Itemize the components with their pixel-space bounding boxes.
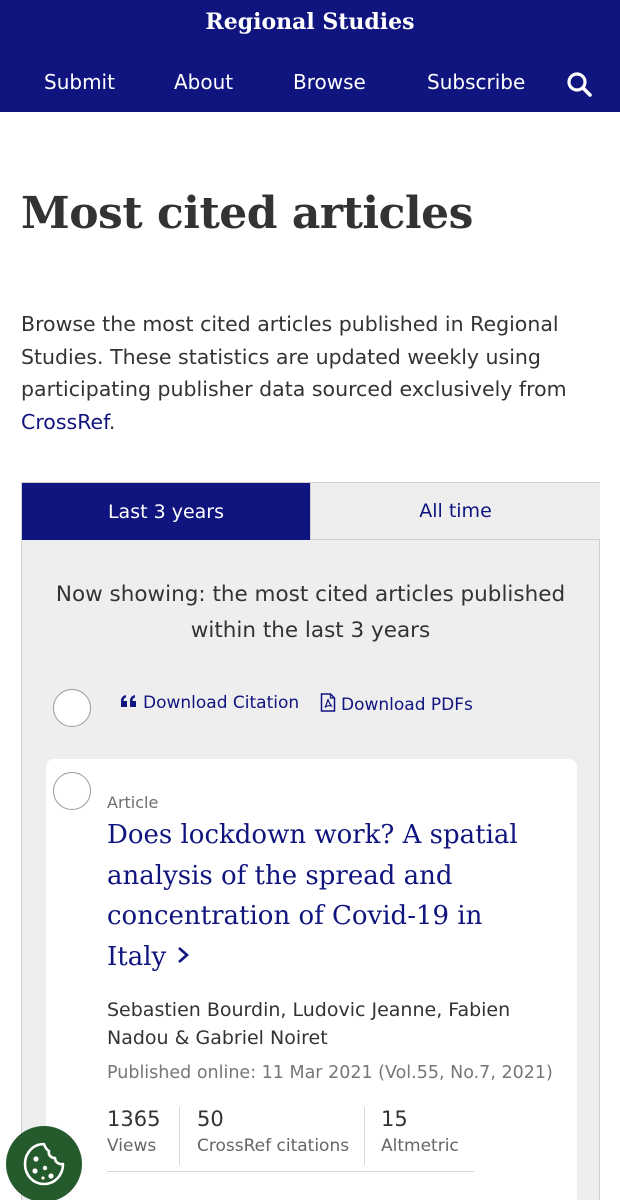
download-citation-label: Download Citation bbox=[143, 693, 300, 713]
article-title-link[interactable]: Does lockdown work? A spatial analysis o… bbox=[107, 815, 547, 977]
metric-altmetric-label: Altmetric bbox=[381, 1136, 459, 1156]
metric-citations-value: 50 bbox=[197, 1107, 224, 1131]
quote-icon bbox=[120, 693, 138, 713]
metric-views-label: Views bbox=[107, 1136, 157, 1156]
tab-last-3-years[interactable]: Last 3 years bbox=[22, 483, 310, 540]
download-pdfs-label: Download PDFs bbox=[341, 695, 473, 715]
nav-browse[interactable]: Browse bbox=[293, 70, 366, 94]
nav-subscribe[interactable]: Subscribe bbox=[427, 70, 525, 94]
journal-title[interactable]: Regional Studies bbox=[0, 9, 620, 35]
article-authors: Sebastien Bourdin, Ludovic Jeanne, Fabie… bbox=[107, 999, 511, 1049]
article-published-info: Published online: 11 Mar 2021 (Vol.55, N… bbox=[107, 1063, 553, 1083]
download-citation-button[interactable]: Download Citation bbox=[120, 693, 299, 713]
metric-citations-label: CrossRef citations bbox=[197, 1136, 350, 1156]
article-card: Article Does lockdown work? A spatial an… bbox=[46, 759, 577, 1200]
metric-altmetric: 15 Altmetric bbox=[381, 1105, 459, 1163]
metric-divider bbox=[364, 1107, 365, 1165]
select-all-radio[interactable] bbox=[53, 689, 91, 727]
download-pdfs-button[interactable]: Download PDFs bbox=[320, 693, 473, 717]
metric-crossref-citations: 50 CrossRef citations bbox=[197, 1105, 349, 1163]
now-showing-text: Now showing: the most cited articles pub… bbox=[55, 582, 566, 643]
article-type: Article bbox=[107, 793, 159, 812]
chevron-right-icon bbox=[176, 937, 190, 978]
crossref-link[interactable]: CrossRef bbox=[21, 410, 109, 434]
page-title: Most cited articles bbox=[21, 188, 473, 239]
nav-submit[interactable]: Submit bbox=[44, 70, 115, 94]
tab-all-time[interactable]: All time bbox=[310, 483, 600, 540]
intro-text: Browse the most cited articles published… bbox=[21, 312, 567, 434]
search-icon[interactable] bbox=[565, 70, 595, 100]
cookie-settings-button[interactable] bbox=[6, 1126, 82, 1200]
metric-divider bbox=[179, 1107, 180, 1165]
metric-views-value: 1365 bbox=[107, 1107, 161, 1131]
pdf-file-icon bbox=[320, 693, 336, 717]
metrics-divider bbox=[107, 1171, 474, 1172]
article-select-radio[interactable] bbox=[53, 772, 91, 810]
metric-views: 1365 Views bbox=[107, 1105, 160, 1163]
nav-about[interactable]: About bbox=[174, 70, 233, 94]
metric-altmetric-value: 15 bbox=[381, 1107, 408, 1131]
most-cited-panel: Last 3 years All time Now showing: the m… bbox=[21, 482, 600, 1200]
cookie-icon bbox=[23, 1142, 65, 1186]
site-header: Regional Studies Submit About Browse Sub… bbox=[0, 0, 620, 112]
